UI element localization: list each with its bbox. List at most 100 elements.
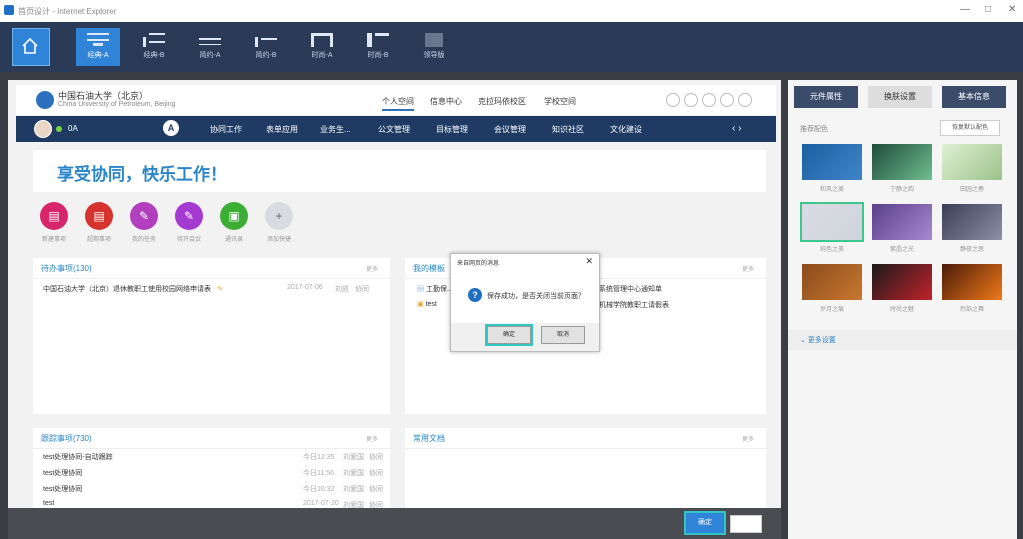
more-link[interactable]: 更多: [742, 434, 754, 443]
theme-thumbnail[interactable]: [942, 144, 1002, 180]
theme-label: 和风之美: [819, 187, 844, 193]
dialog-cancel-button[interactable]: 取消: [541, 326, 585, 344]
bottom-action-bar: [8, 508, 781, 539]
layout-fashion-a[interactable]: 时尚-A: [300, 28, 344, 66]
user-name[interactable]: 0A: [68, 124, 78, 133]
home-button[interactable]: [12, 28, 50, 66]
dialog-message: 保存成功，是否关闭当前页面？: [487, 293, 585, 300]
refresh-icon[interactable]: [702, 93, 716, 107]
row-date: 今日12:35: [303, 454, 335, 461]
table-row[interactable]: test处理协同 今日10:32 刘爱国 协同: [43, 484, 383, 494]
panel-title[interactable]: 我的模板: [413, 263, 445, 274]
theme-thumbnail[interactable]: [802, 144, 862, 180]
layout-label: 领导版: [423, 52, 445, 59]
more-link[interactable]: 更多: [366, 434, 378, 443]
row-user: 刘凯: [335, 286, 349, 293]
theme-thumbnail[interactable]: [872, 264, 932, 300]
secondary-button[interactable]: [730, 515, 762, 533]
maximize-button[interactable]: □: [985, 4, 991, 15]
window-titlebar: 首页设计 - Internet Explorer — □ ✕: [0, 0, 1023, 23]
quick-launch-item[interactable]: + 添加快捷: [249, 202, 309, 243]
layout-label: 经典-B: [143, 52, 165, 59]
portal-header: 中国石油大学（北京） China University of Petroleum…: [16, 85, 776, 115]
menu-item-collab[interactable]: 协同工作: [210, 124, 242, 135]
minimize-button[interactable]: —: [960, 4, 970, 15]
layout-label: 简约-B: [255, 52, 277, 59]
tab-skin-settings[interactable]: 换肤设置: [868, 86, 932, 108]
row-type: 协同: [355, 286, 369, 293]
theme-thumbnail[interactable]: [942, 264, 1002, 300]
layout-classic-b[interactable]: 经典-B: [132, 28, 176, 66]
menu-item-forms[interactable]: 表单应用: [266, 124, 298, 135]
settings-icon[interactable]: [738, 93, 752, 107]
topnav-personal[interactable]: 个人空间: [382, 96, 414, 111]
theme-label: 田园之春: [959, 187, 984, 193]
layout-simple-b[interactable]: 简约-B: [244, 28, 288, 66]
topnav-school[interactable]: 学校空间: [544, 96, 576, 107]
forward-icon[interactable]: [684, 93, 698, 107]
folder-icon: ▣: [417, 301, 424, 308]
quick-launch-icon: ▤: [85, 202, 113, 230]
attachment-icon: ✎: [216, 286, 223, 293]
layout-simple-a[interactable]: 简约-A: [188, 28, 232, 66]
back-icon[interactable]: [666, 93, 680, 107]
topnav-info[interactable]: 信息中心: [430, 96, 462, 107]
row-user: 刘爱国: [343, 470, 364, 477]
avatar[interactable]: [34, 120, 52, 138]
dialog-ok-button[interactable]: 确定: [485, 324, 533, 346]
tab-component-props[interactable]: 元件属性: [794, 86, 858, 108]
row-subject: test处理协同: [43, 470, 83, 477]
menu-item-business[interactable]: 业务生...: [320, 124, 351, 135]
quick-launch-label: 添加快捷: [266, 237, 291, 243]
theme-thumbnail[interactable]: [800, 202, 864, 242]
more-settings[interactable]: ⌄ 更多设置: [788, 330, 1017, 350]
more-link[interactable]: 更多: [742, 264, 754, 273]
panel-title[interactable]: 待办事项(130): [41, 263, 92, 274]
theme-label: 静夜之思: [959, 247, 984, 253]
menu-item-docs[interactable]: 公文管理: [378, 124, 410, 135]
layout-label: 经典-A: [87, 52, 109, 59]
table-row[interactable]: test 2017-07-20 刘爱国 协同: [43, 500, 383, 509]
table-row[interactable]: test处理协同-自动跟踪 今日12:35 刘爱国 协同: [43, 452, 383, 462]
quick-launch-icon: ▣: [220, 202, 248, 230]
theme-thumbnail[interactable]: [872, 144, 932, 180]
close-window-button[interactable]: ✕: [1008, 4, 1016, 15]
panel-title[interactable]: 常用文档: [413, 433, 445, 444]
layout-classic-a[interactable]: 经典-A: [76, 28, 120, 66]
table-row[interactable]: test处理协同 今日11:56 刘爱国 协同: [43, 468, 383, 478]
panel-title[interactable]: 跟踪事项(730): [41, 433, 92, 444]
menu-item-meetings[interactable]: 会议管理: [494, 124, 526, 135]
list-item[interactable]: 系统管理中心通知单: [599, 284, 662, 294]
row-type: 协同: [369, 470, 383, 477]
layout-label: 时尚-B: [367, 52, 389, 59]
menu-item-culture[interactable]: 文化建设: [610, 124, 642, 135]
list-item[interactable]: ▣ test: [417, 300, 437, 308]
layout-fashion-b[interactable]: 时尚-B: [356, 28, 400, 66]
layout-leader[interactable]: 领导版: [412, 28, 456, 66]
theme-thumbnail[interactable]: [942, 204, 1002, 240]
slogan-banner: 享受协同，快乐工作！: [33, 150, 766, 192]
restore-default-button[interactable]: 恢复默认配色: [940, 120, 1000, 136]
layout-icon: [367, 33, 389, 47]
list-item[interactable]: 机械学院教职工请假表: [599, 300, 669, 310]
menu-item-knowledge[interactable]: 知识社区: [552, 124, 584, 135]
font-size-icon[interactable]: [720, 93, 734, 107]
more-link[interactable]: 更多: [366, 264, 378, 273]
topnav-campus[interactable]: 克拉玛依校区: [478, 96, 526, 107]
theme-thumbnail[interactable]: [802, 264, 862, 300]
menu-toggle-icon[interactable]: A: [163, 120, 179, 136]
confirm-button[interactable]: 确定: [684, 511, 726, 535]
table-row[interactable]: 中国石油大学（北京）退休教职工使用校园网络申请表 ✎ 2017-07-06 刘凯…: [43, 284, 383, 294]
menu-item-goals[interactable]: 目标管理: [436, 124, 468, 135]
university-logo: [36, 91, 54, 109]
row-subject: 中国石油大学（北京）退休教职工使用校园网络申请表: [43, 286, 211, 293]
menu-scroll-arrows[interactable]: ‹ ›: [732, 123, 741, 134]
row-subject: test: [43, 500, 55, 507]
theme-thumbnail[interactable]: [872, 204, 932, 240]
dialog-close-icon[interactable]: ✕: [585, 256, 593, 267]
pending-panel: 待办事项(130) 更多 中国石油大学（北京）退休教职工使用校园网络申请表 ✎ …: [33, 258, 390, 414]
tab-basic-info[interactable]: 基本信息: [942, 86, 1006, 108]
row-date: 今日11:56: [303, 470, 334, 477]
list-item[interactable]: ▤ 工勤保...: [417, 284, 453, 294]
quick-launch-icon: ✎: [175, 202, 203, 230]
